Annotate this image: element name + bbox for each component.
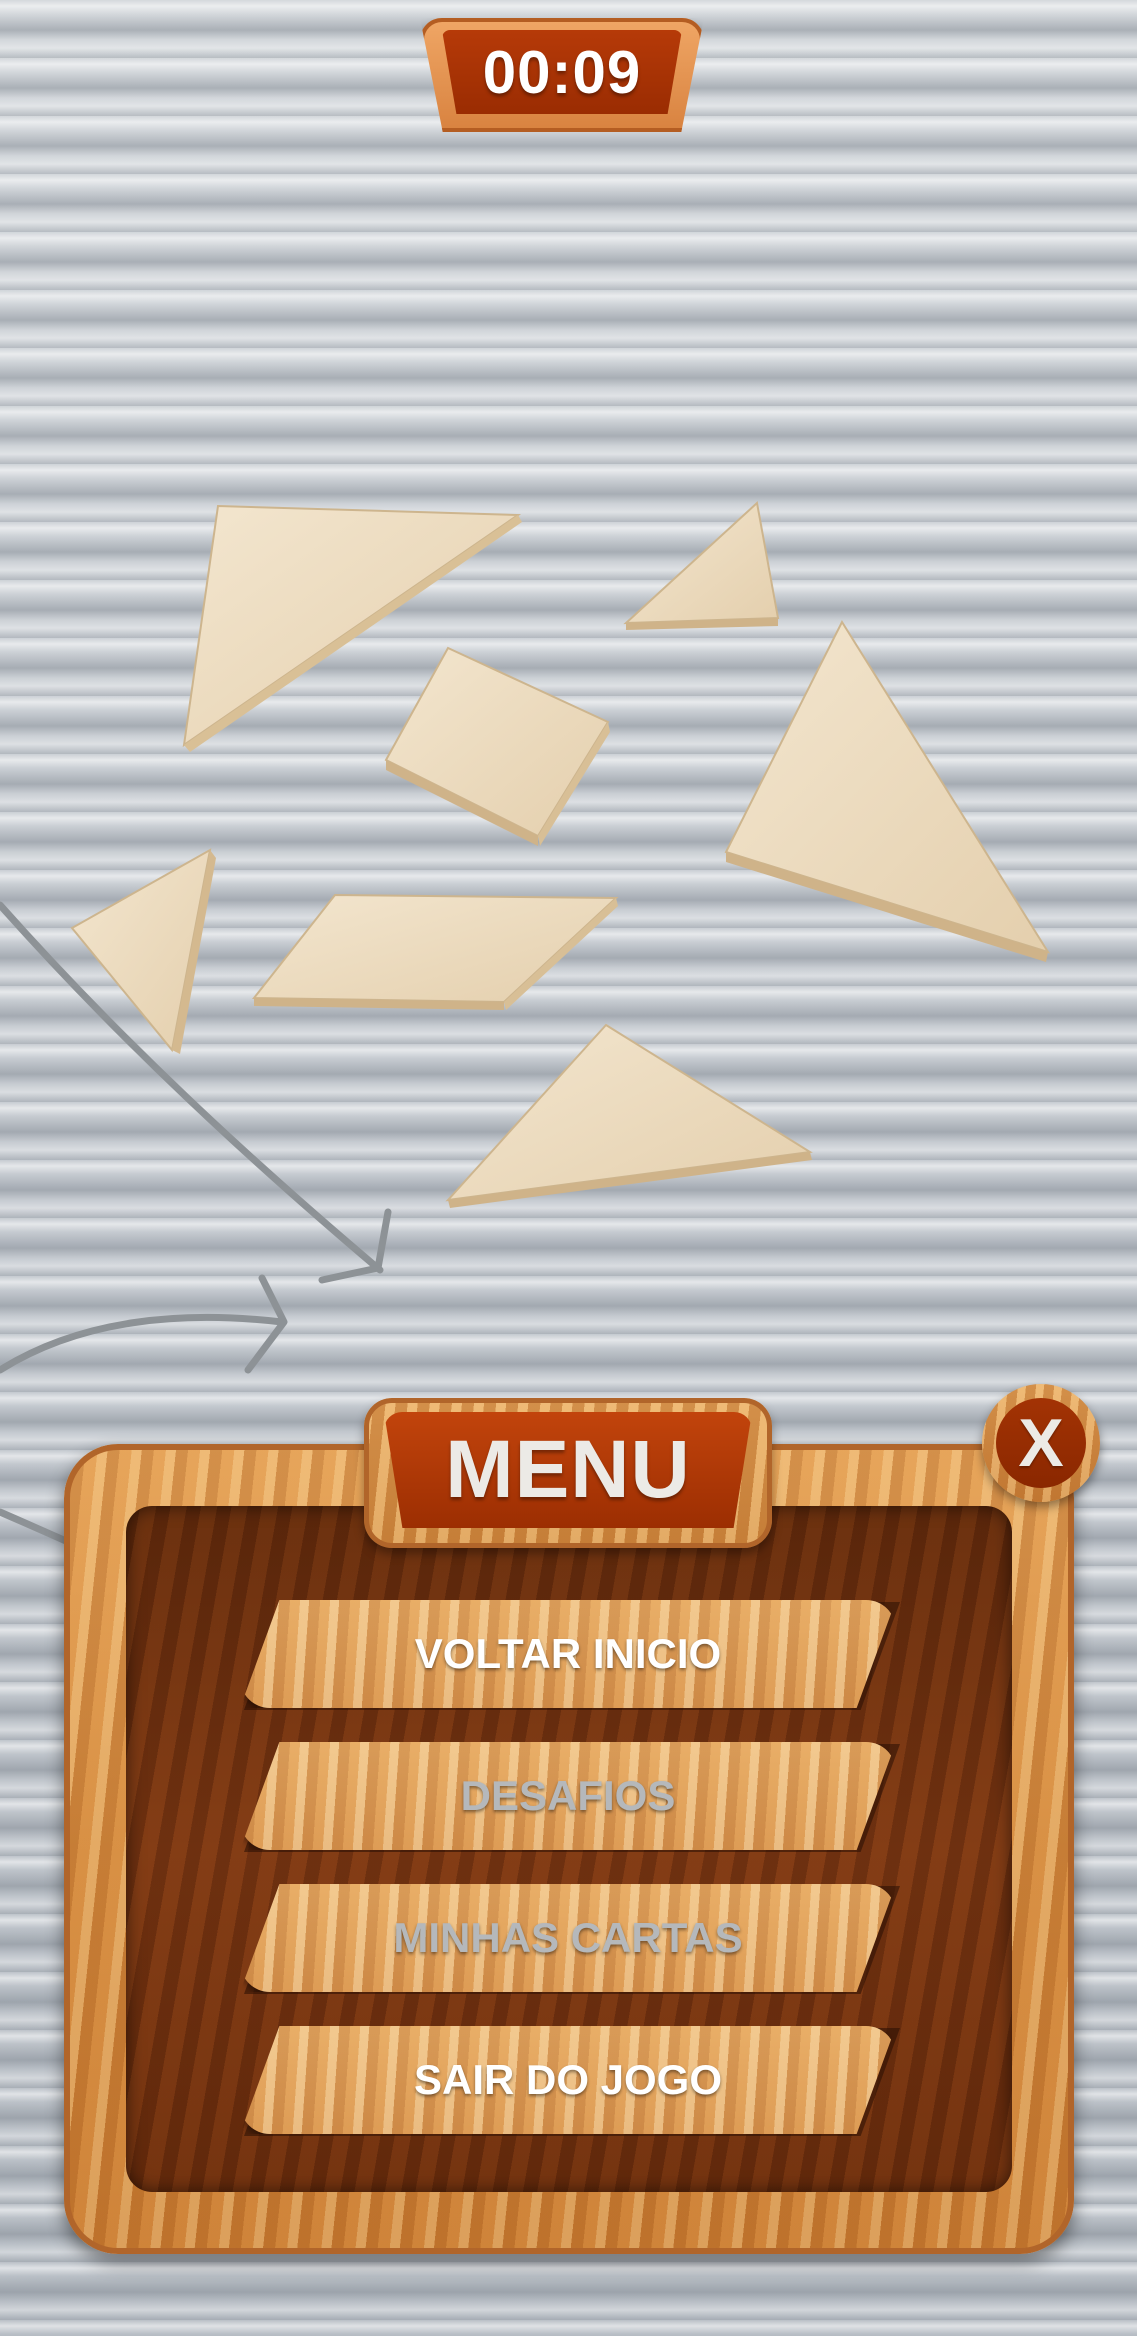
menu-header: MENU [364, 1398, 772, 1548]
voltar-inicio-button[interactable]: VOLTAR INICIO [240, 1600, 896, 1708]
game-screen: 00:09 MENU X VOLTAR INICIO DESAFIOS MINH… [0, 0, 1137, 2336]
close-button[interactable]: X [982, 1384, 1100, 1502]
timer-display: 00:09 [420, 18, 704, 132]
desafios-button[interactable]: DESAFIOS [240, 1742, 896, 1850]
parallelogram-piece[interactable] [251, 893, 619, 1010]
medium-triangle-piece[interactable] [445, 1023, 813, 1208]
menu-title: MENU [445, 1424, 691, 1515]
square-piece[interactable] [384, 646, 610, 846]
small-triangle-piece[interactable] [623, 501, 780, 630]
small-triangle-piece[interactable] [70, 848, 216, 1054]
timer-value: 00:09 [482, 38, 642, 106]
voltar-inicio-label: VOLTAR INICIO [414, 1630, 722, 1677]
sair-do-jogo-label: SAIR DO JOGO [413, 2056, 723, 2103]
tangram-pieces [70, 501, 1051, 1208]
sair-do-jogo-button[interactable]: SAIR DO JOGO [240, 2026, 896, 2134]
close-icon: X [1018, 1405, 1064, 1481]
desafios-label: DESAFIOS [460, 1772, 676, 1819]
large-triangle-piece[interactable] [724, 619, 1051, 962]
minhas-cartas-label: MINHAS CARTAS [393, 1914, 743, 1961]
minhas-cartas-button[interactable]: MINHAS CARTAS [240, 1884, 896, 1992]
